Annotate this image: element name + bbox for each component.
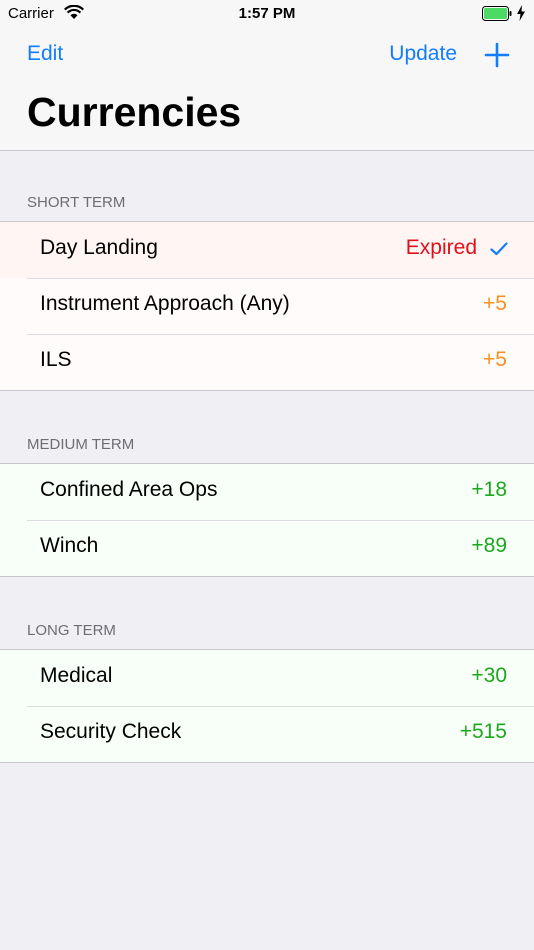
list-item[interactable]: Day Landing Expired bbox=[0, 222, 534, 278]
row-label: ILS bbox=[40, 348, 72, 371]
battery-icon bbox=[482, 6, 512, 21]
status-time: 1:57 PM bbox=[238, 5, 296, 22]
row-label: Winch bbox=[40, 534, 99, 557]
plus-icon[interactable] bbox=[484, 42, 510, 68]
long-term-group: Medical +30 Security Check +515 bbox=[0, 649, 534, 763]
checkmark-icon bbox=[490, 242, 508, 256]
row-status-value: +5 bbox=[483, 348, 507, 371]
row-label: Medical bbox=[40, 664, 113, 687]
row-status-value: +5 bbox=[483, 292, 507, 315]
medium-term-group: Confined Area Ops +18 Winch +89 bbox=[0, 463, 534, 577]
section-header-medium-term: MEDIUM TERM bbox=[27, 436, 135, 453]
short-term-group: Day Landing Expired Instrument Approach … bbox=[0, 221, 534, 391]
row-label: Security Check bbox=[40, 720, 182, 743]
row-status-value: +515 bbox=[459, 720, 507, 743]
list-item[interactable]: Winch +89 bbox=[0, 520, 534, 576]
row-status-value: Expired bbox=[405, 236, 477, 259]
section-header-short-term: SHORT TERM bbox=[27, 194, 126, 211]
section-header-long-term: LONG TERM bbox=[27, 622, 116, 639]
edit-button[interactable]: Edit bbox=[27, 42, 63, 66]
status-bar: Carrier 1:57 PM bbox=[0, 0, 534, 28]
list-item[interactable]: ILS +5 bbox=[0, 334, 534, 390]
row-status-value: +18 bbox=[471, 478, 507, 501]
page-title: Currencies bbox=[27, 89, 242, 135]
list-item[interactable]: Instrument Approach (Any) +5 bbox=[0, 278, 534, 334]
row-label: Day Landing bbox=[40, 236, 158, 259]
row-status-value: +30 bbox=[471, 664, 507, 687]
row-label: Confined Area Ops bbox=[40, 478, 218, 501]
list-item[interactable]: Confined Area Ops +18 bbox=[0, 464, 534, 520]
row-status-value: +89 bbox=[471, 534, 507, 557]
list-item[interactable]: Medical +30 bbox=[0, 650, 534, 706]
navigation-header: Carrier 1:57 PM Edit Update Currencies bbox=[0, 0, 534, 151]
charging-bolt-icon bbox=[517, 5, 525, 21]
list-item[interactable]: Security Check +515 bbox=[0, 706, 534, 762]
row-label: Instrument Approach (Any) bbox=[40, 292, 290, 315]
update-button[interactable]: Update bbox=[389, 42, 457, 66]
